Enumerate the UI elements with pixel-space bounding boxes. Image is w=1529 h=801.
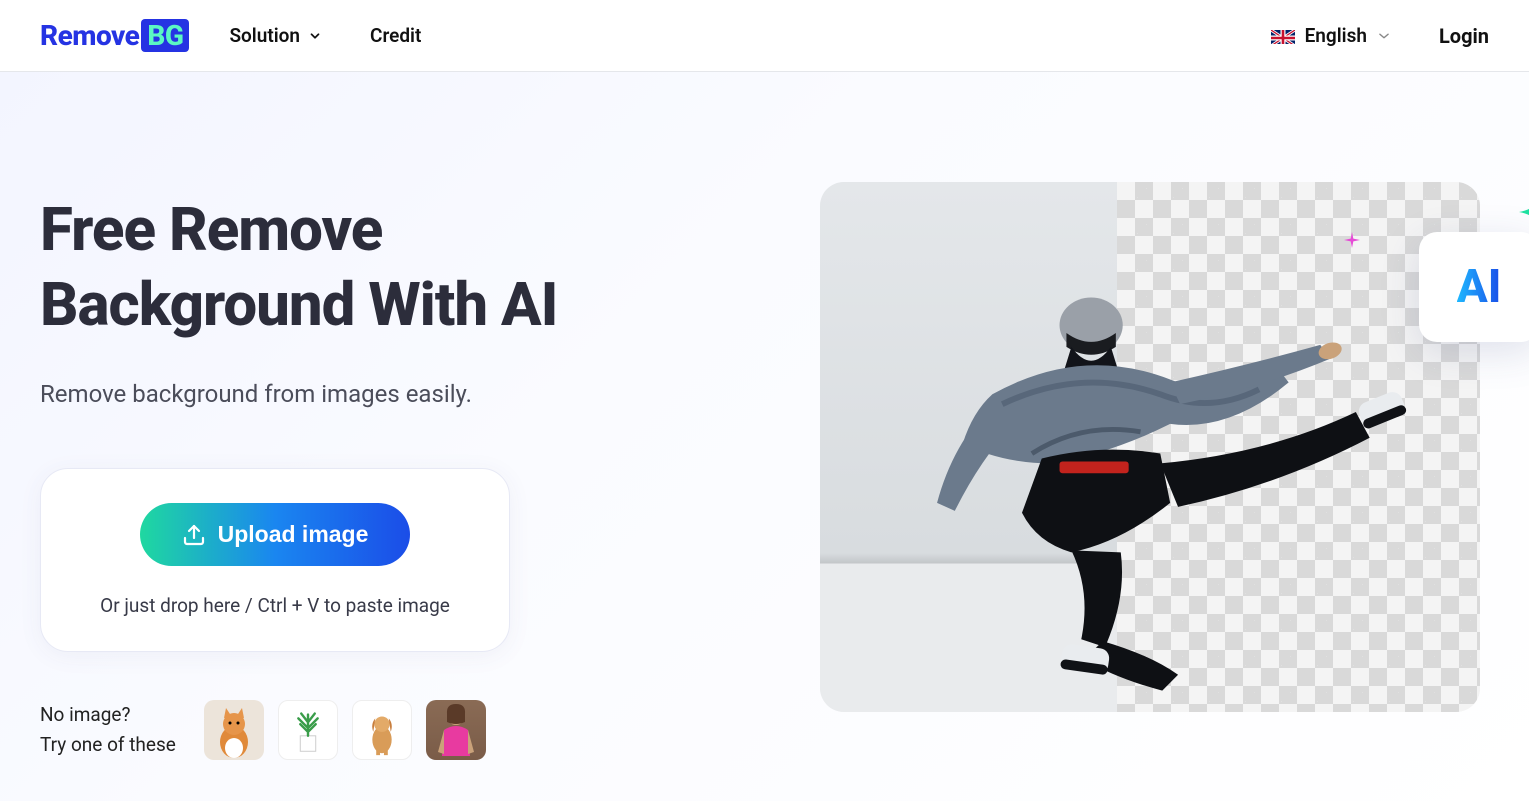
upload-card[interactable]: Upload image Or just drop here / Ctrl + … <box>40 468 510 652</box>
sample-plant[interactable] <box>278 700 338 760</box>
hero-subtitle: Remove background from images easily. <box>40 380 760 408</box>
no-image-row: No image? Try one of these <box>40 700 760 761</box>
hero-right: AI <box>820 192 1489 761</box>
hero-title-line1: Free Remove <box>40 194 382 265</box>
no-image-text: No image? Try one of these <box>40 700 176 761</box>
sample-cat[interactable] <box>204 700 264 760</box>
no-image-line2: Try one of these <box>40 733 176 756</box>
nav-solution[interactable]: Solution <box>229 24 322 47</box>
logo-box: BG <box>141 19 189 52</box>
no-image-line1: No image? <box>40 703 130 726</box>
login-link[interactable]: Login <box>1439 24 1489 48</box>
nav-solution-label: Solution <box>229 24 300 47</box>
demo-person <box>860 256 1441 691</box>
language-selector[interactable]: English <box>1271 24 1391 47</box>
drop-hint: Or just drop here / Ctrl + V to paste im… <box>81 594 469 617</box>
logo[interactable]: Remove BG <box>40 19 189 52</box>
header-right: English Login <box>1271 24 1489 48</box>
sample-images <box>204 700 486 760</box>
chevron-down-icon <box>1377 29 1391 43</box>
nav-credit-label: Credit <box>370 24 421 47</box>
chevron-down-icon <box>308 29 322 43</box>
hero-title: Free Remove Background With AI <box>40 192 760 342</box>
sample-dog[interactable] <box>352 700 412 760</box>
ai-badge: AI <box>1419 232 1529 342</box>
ai-badge-label: AI <box>1457 260 1502 314</box>
demo-image <box>820 182 1480 712</box>
sample-woman[interactable] <box>426 700 486 760</box>
upload-icon <box>182 523 206 547</box>
logo-prefix: Remove <box>40 19 139 52</box>
nav-credit[interactable]: Credit <box>370 24 421 47</box>
nav: Solution Credit <box>229 24 421 47</box>
hero-left: Free Remove Background With AI Remove ba… <box>40 192 760 761</box>
hero-title-line2: Background With AI <box>40 269 557 340</box>
sparkle-pink-icon <box>1344 232 1360 248</box>
header: Remove BG Solution Credit English <box>0 0 1529 72</box>
sparkle-green-icon <box>1519 187 1529 237</box>
uk-flag-icon <box>1271 28 1295 44</box>
upload-button[interactable]: Upload image <box>140 503 411 566</box>
upload-button-label: Upload image <box>218 521 369 548</box>
language-label: English <box>1305 24 1367 47</box>
hero: Free Remove Background With AI Remove ba… <box>0 72 1529 801</box>
